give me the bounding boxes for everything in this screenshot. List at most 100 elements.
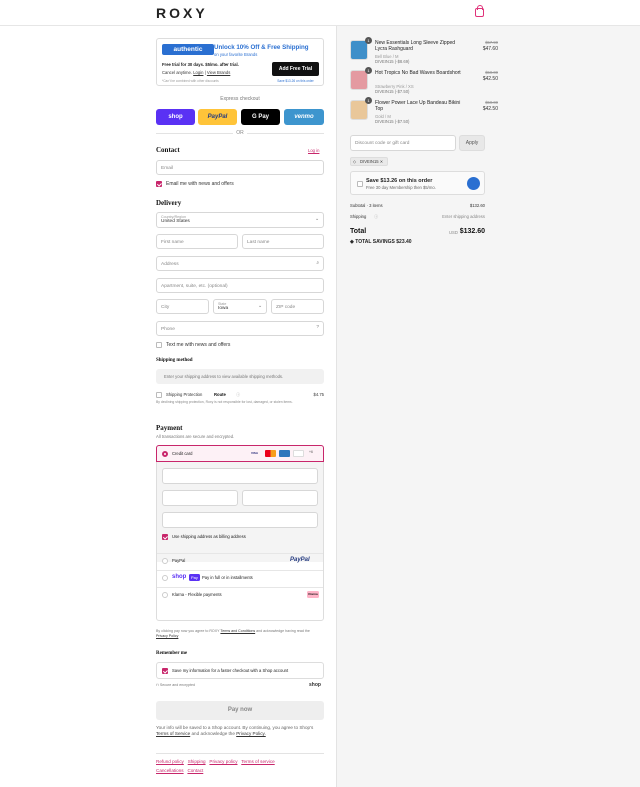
- shop-pay-button[interactable]: shop: [156, 109, 195, 125]
- shop-terms-link[interactable]: Terms of Service: [156, 731, 190, 736]
- old-price: $50.00: [485, 100, 498, 105]
- add-free-trial-button[interactable]: Add Free Trial: [272, 62, 319, 76]
- footer-links-row-2: Cancellations Contact: [156, 768, 203, 773]
- credit-card-label: Credit card: [172, 451, 193, 456]
- remember-option[interactable]: Save my information for a faster checkou…: [156, 662, 324, 679]
- state-select[interactable]: State Iowa ⌄: [213, 299, 267, 314]
- venmo-button[interactable]: venmo: [284, 109, 324, 125]
- apartment-field[interactable]: Apartment, suite, etc. (optional): [156, 278, 324, 293]
- phone-placeholder: Phone: [161, 327, 175, 332]
- last-name-field[interactable]: Last name: [242, 234, 324, 249]
- email-news-label: Email me with news and offers: [166, 181, 234, 187]
- item-discount: DIVEIN15 (-$7.50): [375, 89, 410, 94]
- shipping-protection-label: Shipping Protection: [166, 392, 203, 397]
- shop-pay-option[interactable]: shop Pay Pay in full or in installments: [157, 570, 323, 587]
- discount-tag[interactable]: ◇ DIVEIN15 ✕: [350, 157, 389, 166]
- total-savings: ◈ TOTAL SAVINGS $23.40: [350, 239, 412, 245]
- address-field[interactable]: Address ⌕: [156, 256, 324, 271]
- old-price: $57.90: [485, 40, 498, 45]
- view-brands-link[interactable]: View Brands: [207, 70, 230, 75]
- shop-pay-radio[interactable]: [162, 575, 168, 581]
- qty-badge: 1: [365, 97, 372, 104]
- promo-banner: authentic Unlock 10% Off & Free Shipping…: [156, 38, 324, 86]
- discount-code: DIVEIN15: [360, 159, 379, 164]
- city-field[interactable]: City: [156, 299, 209, 314]
- payment-heading: Payment: [156, 424, 183, 432]
- refund-policy-link[interactable]: Refund policy: [156, 759, 184, 764]
- membership-subtitle: Free 30 day Membership then $5/mo.: [366, 185, 436, 190]
- text-news-checkbox[interactable]: [156, 342, 162, 348]
- phone-field[interactable]: Phone?: [156, 321, 324, 336]
- shipping-label: Shipping: [350, 214, 367, 219]
- item-name: Flower Power Lace Up Bandeau Bikini Top: [375, 100, 461, 112]
- paypal-button[interactable]: PayPal: [198, 109, 237, 125]
- email-field[interactable]: Email: [156, 160, 324, 175]
- authentic-logo-icon: [467, 177, 480, 190]
- visa-icon: VISA: [251, 451, 259, 455]
- protection-price: $4.75: [313, 392, 324, 397]
- chevron-down-icon: ⌄: [257, 304, 262, 309]
- google-pay-button[interactable]: G Pay: [241, 109, 280, 125]
- remember-label: Save my information for a faster checkou…: [172, 668, 289, 673]
- mastercard-icon: [265, 450, 276, 457]
- apply-button[interactable]: Apply: [459, 135, 485, 151]
- shop-pay-text: Pay in full or in installments: [202, 575, 253, 580]
- authentic-logo: authentic: [162, 44, 214, 55]
- zip-field[interactable]: ZIP code: [271, 299, 324, 314]
- shop-pay-logo: shop: [172, 574, 187, 580]
- legal-text: By clicking pay now you agree to ROXY Te…: [156, 629, 321, 639]
- legal-text-a: By clicking pay now you agree to ROXY: [156, 629, 220, 633]
- shipping-placeholder: Enter your shipping address to view avai…: [156, 369, 324, 384]
- credit-card-option[interactable]: Credit card VISA +6: [156, 445, 324, 462]
- card-fields-area: Use shipping address as billing address: [157, 462, 323, 562]
- terms-of-service-link[interactable]: Terms of service: [241, 759, 274, 764]
- remember-checkbox[interactable]: [162, 668, 168, 674]
- name-on-card-field[interactable]: [162, 512, 318, 528]
- contact-link[interactable]: Contact: [187, 768, 203, 773]
- cancellations-link[interactable]: Cancellations: [156, 768, 184, 773]
- search-icon: ⌕: [316, 261, 319, 266]
- membership-title: Save $13.26 on this order: [366, 178, 433, 184]
- total-value: $132.60: [459, 228, 485, 235]
- expiration-field[interactable]: [162, 490, 238, 506]
- footer-links-row-1: Refund policy Shipping Privacy policy Te…: [156, 759, 275, 764]
- item-name: New Essentials Long Sleeve Zipped Lycra …: [375, 40, 456, 52]
- klarna-radio[interactable]: [162, 592, 168, 598]
- shipping-link[interactable]: Shipping: [188, 759, 206, 764]
- terms-link[interactable]: Terms and Conditions: [220, 629, 255, 633]
- roxy-logo[interactable]: ROXY: [156, 5, 208, 21]
- credit-card-radio[interactable]: [162, 451, 168, 457]
- email-news-checkbox[interactable]: [156, 181, 162, 187]
- membership-checkbox[interactable]: [357, 181, 363, 187]
- privacy-policy-link[interactable]: Privacy policy: [209, 759, 237, 764]
- shopping-bag-icon[interactable]: [475, 5, 484, 17]
- amex-icon: [279, 450, 290, 457]
- promo-login-link[interactable]: Login: [193, 70, 203, 75]
- info-icon[interactable]: ⓘ: [236, 392, 240, 398]
- promo-note: *Can't be combined with other discounts: [162, 79, 219, 83]
- remove-tag-icon[interactable]: ✕: [380, 159, 384, 164]
- membership-offer[interactable]: Save $13.26 on this order Free 30 day Me…: [350, 171, 485, 195]
- klarna-option[interactable]: Klarna - Flexible payments Klarna: [157, 587, 323, 604]
- order-summary: 1 New Essentials Long Sleeve Zipped Lycr…: [336, 26, 640, 787]
- billing-address-checkbox[interactable]: [162, 534, 168, 540]
- shipping-protection-checkbox[interactable]: [156, 392, 162, 398]
- top-header: ROXY: [0, 0, 640, 26]
- promo-headline: Unlock 10% Off & Free Shipping: [214, 44, 309, 51]
- first-name-field[interactable]: First name: [156, 234, 238, 249]
- login-link[interactable]: Log in: [308, 148, 319, 153]
- or-separator: OR: [233, 130, 247, 136]
- pay-now-button[interactable]: Pay now: [156, 701, 324, 720]
- subtotal-value: $132.60: [469, 203, 485, 208]
- paypal-logo: PayPal: [290, 557, 310, 563]
- country-select[interactable]: Country/Region United States ⌄: [156, 212, 324, 228]
- shop-privacy-link[interactable]: Privacy Policy.: [236, 731, 266, 736]
- security-code-field[interactable]: [242, 490, 318, 506]
- privacy-link[interactable]: Privacy Policy: [156, 634, 178, 638]
- discount-code-input[interactable]: Discount code or gift card: [350, 135, 456, 151]
- help-icon[interactable]: ?: [316, 325, 319, 330]
- shipping-value: Enter shipping address: [442, 214, 485, 219]
- paypal-radio[interactable]: [162, 558, 168, 564]
- paypal-option[interactable]: PayPal PayPal: [157, 553, 323, 570]
- card-number-field[interactable]: [162, 468, 318, 484]
